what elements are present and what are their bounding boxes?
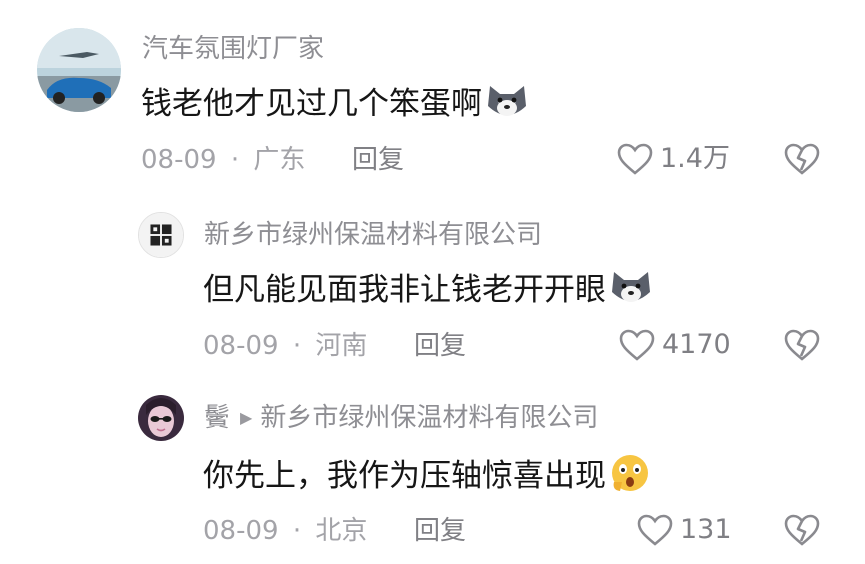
reply-arrow-icon: ▶ (240, 408, 253, 427)
comment-text: 钱老他才见过几个笨蛋啊 (141, 80, 530, 132)
meta-separator: · (292, 516, 302, 546)
reply-header: 鬢 ▶ 新乡市绿州保温材料有限公司 (204, 401, 598, 435)
like-button[interactable]: 4170 (618, 328, 731, 362)
comment-location: 北京 (315, 516, 368, 546)
husky-emoji-icon (608, 266, 654, 318)
comment-location: 广东 (253, 145, 306, 175)
reply-to-username[interactable]: 新乡市绿州保温材料有限公司 (260, 403, 598, 433)
comment-text: 你先上，我作为压轴惊喜出现 (203, 452, 652, 504)
comment-text-content: 钱老他才见过几个笨蛋啊 (141, 86, 482, 122)
comment-text-content: 你先上，我作为压轴惊喜出现 (203, 458, 606, 494)
comment-location: 河南 (315, 331, 368, 361)
shocked-emoji-icon (608, 452, 652, 504)
broken-heart-icon (784, 143, 820, 175)
comment-date: 08-09 (141, 145, 217, 175)
username[interactable]: 新乡市绿州保温材料有限公司 (204, 218, 542, 252)
dislike-button[interactable] (783, 513, 821, 547)
dislike-button[interactable] (783, 328, 821, 362)
avatar-car-image (37, 28, 121, 112)
like-button[interactable]: 1.4万 (616, 142, 730, 176)
like-count: 131 (680, 514, 732, 545)
comment-meta: 08-09 · 北京 (203, 514, 367, 548)
like-button[interactable]: 131 (636, 513, 732, 547)
avatar-logo-image (139, 213, 183, 257)
dislike-button[interactable] (783, 142, 821, 176)
comment-text-content: 但凡能见面我非让钱老开开眼 (203, 272, 606, 308)
husky-emoji-icon (484, 80, 530, 132)
avatar[interactable] (138, 212, 184, 258)
username[interactable]: 汽车氛围灯厂家 (142, 32, 324, 66)
reply-button[interactable]: 回复 (414, 514, 466, 548)
meta-separator: · (292, 331, 302, 361)
reply-button[interactable]: 回复 (414, 329, 466, 363)
heart-icon (617, 143, 653, 175)
comment-meta: 08-09 · 广东 (141, 143, 305, 177)
meta-separator: · (230, 145, 240, 175)
avatar[interactable] (37, 28, 121, 112)
heart-icon (619, 329, 655, 361)
broken-heart-icon (784, 514, 820, 546)
reply-button[interactable]: 回复 (352, 143, 404, 177)
comment-date: 08-09 (203, 516, 279, 546)
avatar[interactable] (138, 395, 184, 441)
like-count: 4170 (662, 329, 731, 360)
broken-heart-icon (784, 329, 820, 361)
heart-icon (637, 514, 673, 546)
avatar-portrait-image (138, 395, 184, 441)
comment-text: 但凡能见面我非让钱老开开眼 (203, 266, 654, 318)
like-count: 1.4万 (660, 143, 730, 174)
comment-meta: 08-09 · 河南 (203, 329, 367, 363)
username[interactable]: 鬢 (204, 403, 230, 433)
comment-date: 08-09 (203, 331, 279, 361)
